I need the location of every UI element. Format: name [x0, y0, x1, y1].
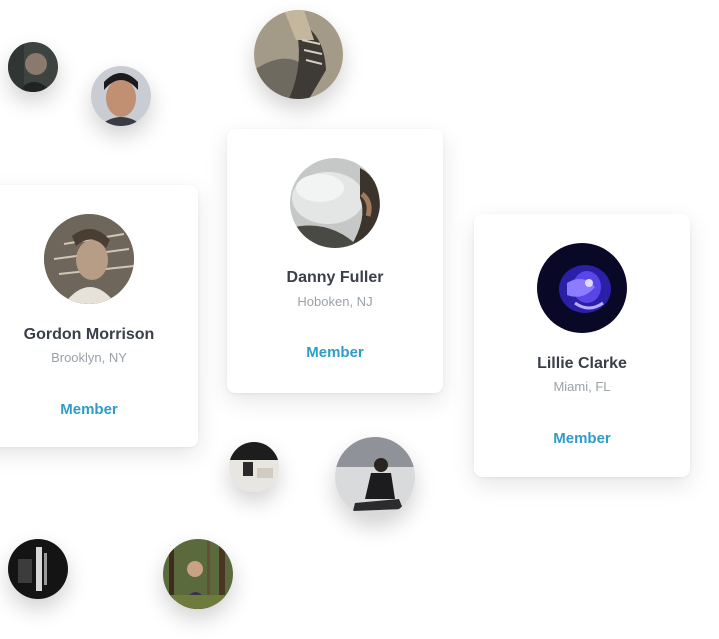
- desk-photo-icon: [229, 442, 279, 492]
- avatar-bubble-monochrome[interactable]: [8, 539, 68, 599]
- member-link[interactable]: Member: [0, 401, 198, 418]
- profile-name: Gordon Morrison: [23, 326, 155, 343]
- avatar-bubble-man-dark[interactable]: [8, 42, 58, 92]
- person-photo-icon: [290, 158, 380, 248]
- profile-location: Brooklyn, NY: [51, 350, 127, 365]
- person-photo-icon: [163, 539, 233, 609]
- person-photo-icon: [335, 437, 415, 517]
- profile-collage: Gordon Morrison Brooklyn, NY Member Dann…: [0, 0, 719, 639]
- avatar-bubble-boots[interactable]: [254, 10, 343, 99]
- profile-card-danny[interactable]: Danny Fuller Hoboken, NJ Member: [227, 129, 443, 393]
- person-photo-icon: [44, 214, 134, 304]
- person-photo-icon: [8, 539, 68, 599]
- profile-avatar: [290, 158, 380, 248]
- person-photo-icon: [91, 66, 151, 126]
- avatar-bubble-forest[interactable]: [163, 539, 233, 609]
- avatar-bubble-desk[interactable]: [229, 442, 279, 492]
- avatar-bubble-young-man[interactable]: [91, 66, 151, 126]
- profile-card-lillie[interactable]: Lillie Clarke Miami, FL Member: [474, 214, 690, 477]
- avatar-bubble-sitting-man[interactable]: [335, 437, 415, 517]
- profile-avatar: [537, 243, 627, 333]
- profile-avatar: [44, 214, 134, 304]
- profile-location: Miami, FL: [553, 379, 611, 394]
- person-photo-icon: [537, 243, 627, 333]
- profile-card-gordon[interactable]: Gordon Morrison Brooklyn, NY Member: [0, 185, 198, 447]
- member-link[interactable]: Member: [227, 344, 443, 361]
- profile-name: Lillie Clarke: [537, 355, 627, 372]
- profile-location: Hoboken, NJ: [297, 294, 373, 309]
- profile-name: Danny Fuller: [286, 269, 384, 286]
- boots-photo-icon: [254, 10, 343, 99]
- person-photo-icon: [8, 42, 58, 92]
- member-link[interactable]: Member: [474, 430, 690, 447]
